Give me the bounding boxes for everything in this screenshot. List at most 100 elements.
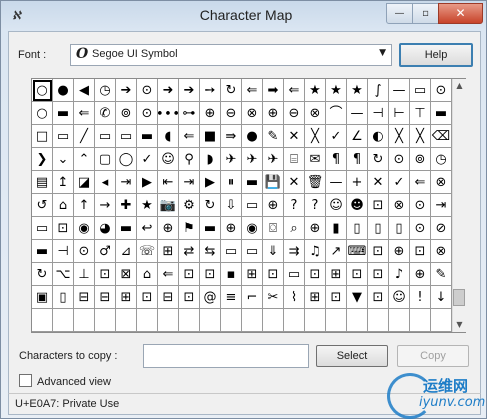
character-cell[interactable]: ▯ [389, 217, 410, 240]
character-cell[interactable]: ➡ [263, 79, 284, 102]
character-cell[interactable] [200, 309, 221, 332]
character-cell[interactable]: ⌥ [53, 263, 74, 286]
character-cell[interactable]: ⊡ [179, 286, 200, 309]
character-cell[interactable]: ⊡ [200, 263, 221, 286]
character-cell[interactable]: ▭ [410, 79, 431, 102]
character-cell[interactable]: ¶ [347, 148, 368, 171]
character-cell[interactable]: ⊙ [431, 79, 452, 102]
character-cell[interactable]: ↻ [200, 194, 221, 217]
character-cell[interactable]: ▬ [32, 240, 53, 263]
character-cell[interactable]: ⊙ [74, 240, 95, 263]
character-cell[interactable]: ⊡ [137, 286, 158, 309]
character-cell[interactable]: ⌂ [53, 194, 74, 217]
character-cell[interactable] [116, 309, 137, 332]
character-cell[interactable]: 🗑 [305, 171, 326, 194]
character-cell[interactable]: ⊕ [389, 240, 410, 263]
character-cell[interactable]: ● [53, 79, 74, 102]
character-cell[interactable]: ⊡ [326, 286, 347, 309]
character-cell[interactable]: ╳ [305, 125, 326, 148]
character-cell[interactable]: ⊡ [95, 263, 116, 286]
character-cell[interactable]: ⊡ [263, 263, 284, 286]
checkbox-box[interactable] [19, 374, 32, 387]
character-cell[interactable]: ⊣ [368, 102, 389, 125]
character-cell[interactable]: ⊶ [179, 102, 200, 125]
character-cell[interactable]: ↩ [137, 217, 158, 240]
character-cell[interactable]: ⊡ [410, 240, 431, 263]
character-cell[interactable]: ▭ [242, 194, 263, 217]
character-cell[interactable]: ⌃ [74, 148, 95, 171]
character-cell[interactable]: ↻ [32, 263, 53, 286]
character-cell[interactable]: ▭ [32, 217, 53, 240]
character-cell[interactable]: ╳ [410, 125, 431, 148]
character-cell[interactable]: ⊙ [410, 194, 431, 217]
character-cell[interactable]: ⊿ [116, 240, 137, 263]
character-cell[interactable]: ≡ [221, 286, 242, 309]
character-cell[interactable]: ■ [200, 125, 221, 148]
scroll-up-arrow[interactable]: ▲ [453, 79, 466, 93]
character-cell[interactable] [179, 309, 200, 332]
character-cell[interactable]: ⏸ [221, 171, 242, 194]
character-cell[interactable]: ⊕ [158, 217, 179, 240]
character-cell[interactable]: ↺ [32, 194, 53, 217]
character-cell[interactable]: ⊗ [242, 102, 263, 125]
character-cell[interactable]: ☻ [347, 194, 368, 217]
character-cell[interactable]: ▢ [95, 148, 116, 171]
character-cell[interactable]: □ [32, 125, 53, 148]
character-cell[interactable]: ⊕ [200, 102, 221, 125]
character-cell[interactable]: ? [305, 194, 326, 217]
character-cell[interactable] [326, 309, 347, 332]
character-cell[interactable] [431, 309, 452, 332]
character-cell[interactable]: ➙ [200, 79, 221, 102]
character-cell[interactable]: ⊗ [431, 240, 452, 263]
character-cell[interactable]: ⇆ [200, 240, 221, 263]
character-cell[interactable]: ⊗ [389, 194, 410, 217]
character-cell[interactable]: ○ [32, 79, 53, 102]
character-cell[interactable]: ⇐ [410, 171, 431, 194]
character-cell[interactable]: ☏ [137, 240, 158, 263]
character-cell[interactable]: ⊙ [137, 102, 158, 125]
character-cell[interactable]: ☺ [158, 148, 179, 171]
character-cell[interactable]: ▶ [137, 171, 158, 194]
character-cell[interactable]: ↑ [74, 194, 95, 217]
character-cell[interactable]: ⊙ [410, 217, 431, 240]
character-cell[interactable]: ➔ [116, 79, 137, 102]
character-cell[interactable]: ⌕ [284, 217, 305, 240]
character-cell[interactable]: ⇐ [74, 102, 95, 125]
character-cell[interactable] [368, 309, 389, 332]
character-cell[interactable]: ⊕ [410, 263, 431, 286]
advanced-view-checkbox[interactable]: Advanced view [19, 374, 111, 388]
character-cell[interactable]: ↻ [368, 148, 389, 171]
character-cell[interactable]: 📷 [158, 194, 179, 217]
character-cell[interactable]: ⊙ [389, 148, 410, 171]
character-cell[interactable]: ▬ [242, 171, 263, 194]
character-cell[interactable]: ⊞ [116, 286, 137, 309]
character-cell[interactable]: ◕ [95, 217, 116, 240]
copy-button[interactable]: Copy [397, 345, 469, 367]
character-cell[interactable]: ▯ [368, 217, 389, 240]
character-cell[interactable] [284, 309, 305, 332]
character-cell[interactable]: ⇛ [221, 125, 242, 148]
character-cell[interactable]: ▬ [116, 217, 137, 240]
character-cell[interactable]: ⊞ [158, 240, 179, 263]
minimize-button[interactable]: — [386, 3, 413, 24]
character-cell[interactable]: ☺ [326, 194, 347, 217]
character-cell[interactable]: ◷ [431, 148, 452, 171]
character-cell[interactable]: ▬ [137, 125, 158, 148]
character-cell[interactable]: ? [284, 194, 305, 217]
character-cell[interactable]: ✎ [263, 125, 284, 148]
character-cell[interactable]: ⚲ [179, 148, 200, 171]
character-cell[interactable]: ▭ [242, 240, 263, 263]
character-cell[interactable]: ⇐ [284, 79, 305, 102]
character-cell[interactable]: ⚑ [179, 217, 200, 240]
character-grid-cells[interactable]: ○●◀◷➔⊙➜➔➙↻⇐➡⇐★★★∫—▭⊙○▬⇐✆⊚⊙∙∙∙⊶⊕⊖⊗⊕⊖⊗⌒—⊣⊢… [32, 79, 452, 332]
character-cell[interactable]: ⌫ [431, 125, 452, 148]
character-cell[interactable]: ○ [32, 102, 53, 125]
maximize-button[interactable]: ▫ [412, 3, 439, 24]
character-cell[interactable] [305, 309, 326, 332]
character-cell[interactable]: ◖ [158, 125, 179, 148]
character-cell[interactable] [95, 309, 116, 332]
character-cell[interactable]: ⊡ [305, 263, 326, 286]
character-cell[interactable]: ✆ [95, 102, 116, 125]
character-cell[interactable]: ⊘ [431, 217, 452, 240]
character-cell[interactable]: ⊟ [74, 286, 95, 309]
